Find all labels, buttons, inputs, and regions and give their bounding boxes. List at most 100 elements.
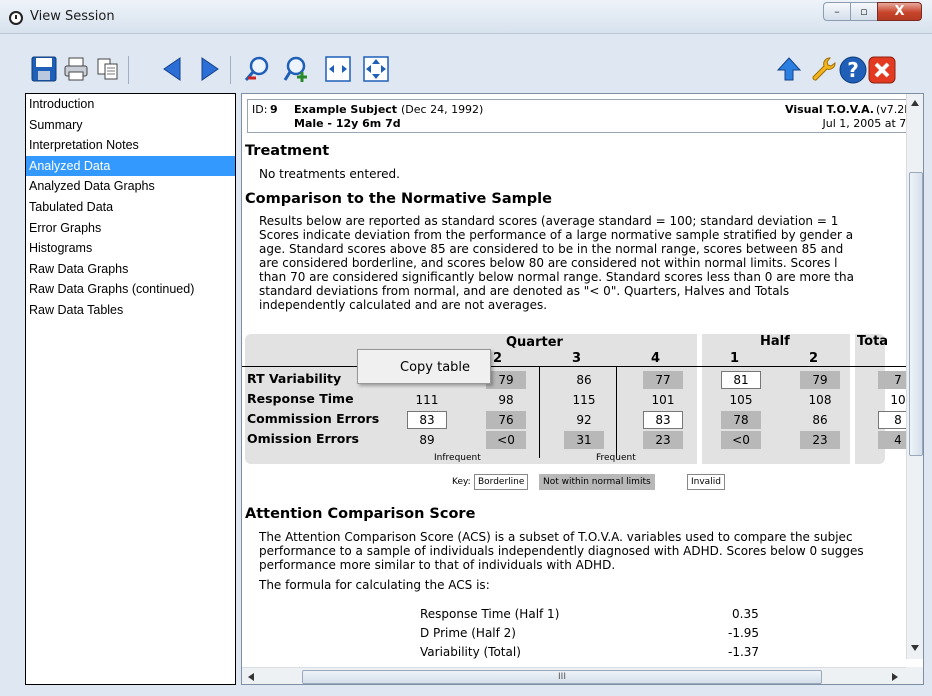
vertical-scroll-thumb[interactable] — [909, 172, 923, 456]
zoom-in-icon[interactable] — [283, 56, 309, 82]
table-cell: 83 — [407, 411, 447, 429]
formula-term: D Prime (Half 2) — [420, 626, 516, 640]
table-divider — [850, 334, 855, 464]
sidebar-item-analyzed-data[interactable]: Analyzed Data — [26, 155, 235, 177]
table-cell: 79 — [486, 371, 526, 389]
toolbar-separator — [230, 56, 231, 84]
table-col-rule — [616, 366, 617, 458]
sidebar-item-raw-data-graphs[interactable]: Raw Data Graphs — [26, 259, 235, 280]
col-h2: 2 — [809, 351, 819, 366]
scroll-corner — [906, 667, 923, 684]
wrench-icon[interactable] — [810, 56, 836, 82]
sidebar-item-error-graphs[interactable]: Error Graphs — [26, 218, 235, 239]
help-icon[interactable]: ? — [839, 56, 867, 84]
table-cell: 105 — [729, 393, 753, 407]
table-cell: 23 — [800, 431, 840, 449]
save-icon[interactable] — [31, 56, 57, 82]
window-controls: – ▫ X — [823, 2, 922, 22]
table-cell: 115 — [572, 393, 596, 407]
col-h1: 1 — [730, 351, 740, 366]
back-icon[interactable] — [160, 56, 186, 82]
table-divider — [697, 334, 702, 464]
close-button[interactable]: X — [877, 2, 922, 21]
table-header-rule — [242, 366, 906, 367]
formula-value: -1.95 — [728, 626, 760, 640]
sidebar-item-introduction[interactable]: Introduction — [26, 94, 235, 115]
copy-icon[interactable] — [95, 56, 121, 82]
fit-width-icon[interactable] — [325, 56, 351, 82]
formula-value: 0.35 — [732, 607, 759, 621]
treatment-text: No treatments entered. — [259, 167, 400, 181]
key-not-normal: Not within normal limits — [539, 474, 655, 490]
sidebar-item-histograms[interactable]: Histograms — [26, 238, 235, 259]
key-borderline: Borderline — [474, 474, 529, 490]
up-arrow-icon[interactable] — [776, 56, 802, 82]
scroll-right-icon[interactable] — [892, 673, 898, 681]
app-version: (v7.2B9 sn16 — [876, 103, 906, 116]
maximize-button[interactable]: ▫ — [850, 2, 877, 21]
scroll-down-icon[interactable] — [911, 645, 919, 651]
id-value: 9 — [270, 103, 278, 116]
col-q2: 2 — [493, 351, 503, 366]
acs-heading: Attention Comparison Score — [245, 506, 476, 522]
minimize-button[interactable]: – — [823, 2, 850, 21]
report-document: ID: 9 Example Subject (Dec 24, 1992) Mal… — [242, 94, 906, 659]
forward-icon[interactable] — [196, 56, 222, 82]
table-cell: 31 — [564, 431, 604, 449]
horizontal-scroll-thumb[interactable]: III — [302, 670, 822, 684]
infrequent-label: Infrequent — [434, 453, 481, 463]
session-date: Jul 1, 2005 at 7:2 — [822, 117, 906, 130]
formula-term: Variability (Total) — [420, 645, 521, 659]
sidebar-item-analyzed-data-graphs[interactable]: Analyzed Data Graphs — [26, 176, 235, 197]
table-cell: 83 — [643, 411, 683, 429]
report-pane: ID: 9 Example Subject (Dec 24, 1992) Mal… — [241, 93, 924, 685]
row-label: Omission Errors — [247, 431, 359, 446]
acs-formula-intro: The formula for calculating the ACS is: — [259, 578, 490, 592]
table-cell: 78 — [721, 411, 761, 429]
table-cell: 86 — [576, 373, 592, 387]
sidebar-item-interpretation-notes[interactable]: Interpretation Notes — [26, 135, 235, 156]
table-cell: 86 — [812, 413, 828, 427]
key-label: Key: — [452, 477, 471, 487]
subject-dob: (Dec 24, 1992) — [401, 103, 484, 116]
table-cell: 101 — [651, 393, 675, 407]
session-header: ID: 9 Example Subject (Dec 24, 1992) Mal… — [247, 99, 906, 133]
table-cell: 89 — [419, 433, 435, 447]
scroll-left-icon[interactable] — [248, 673, 254, 681]
table-cell: 76 — [486, 411, 526, 429]
key-invalid: Invalid — [687, 474, 725, 490]
acs-line: performance more similar to that of indi… — [259, 558, 616, 572]
table-cell: <0 — [721, 431, 761, 449]
sidebar-item-tabulated-data[interactable]: Tabulated Data — [26, 197, 235, 218]
horizontal-scrollbar[interactable]: III — [242, 667, 906, 684]
vertical-scrollbar[interactable] — [906, 94, 923, 659]
table-cell: 98 — [498, 393, 514, 407]
table-col-rule — [539, 366, 540, 458]
sidebar-item-summary[interactable]: Summary — [26, 115, 235, 136]
scroll-up-icon[interactable] — [911, 100, 919, 106]
frequent-label: Frequent — [596, 453, 636, 463]
close-icon[interactable] — [868, 56, 896, 84]
col-q3: 3 — [572, 351, 582, 366]
copy-table-menu-item[interactable]: Copy table — [357, 349, 491, 384]
row-label: Response Time — [247, 391, 354, 406]
sidebar-item-raw-data-graphs-continued[interactable]: Raw Data Graphs (continued) — [26, 279, 235, 300]
toolbar: ? — [0, 34, 932, 88]
title-bar: View Session – ▫ X — [0, 0, 932, 34]
table-cell: 92 — [576, 413, 592, 427]
col-q4: 4 — [651, 351, 661, 366]
zoom-out-icon[interactable] — [244, 56, 270, 82]
sidebar-item-raw-data-tables[interactable]: Raw Data Tables — [26, 300, 235, 321]
window-title: View Session — [30, 9, 115, 24]
quarter-header: Quarter — [506, 335, 563, 350]
row-label: Commission Errors — [247, 411, 380, 426]
fit-page-icon[interactable] — [363, 56, 389, 82]
subject-sex-age: Male - 12y 6m 7d — [294, 117, 401, 130]
comparison-line: independently calculated and are not ave… — [259, 298, 548, 312]
comparison-line: Results below are reported as standard s… — [259, 214, 839, 228]
table-cell: 23 — [643, 431, 683, 449]
total-header: Tota — [857, 334, 889, 349]
comparison-line: Scores indicate deviation from the perfo… — [259, 228, 854, 242]
print-icon[interactable] — [63, 56, 89, 82]
acs-line: performance to a sample of individuals i… — [259, 544, 864, 558]
